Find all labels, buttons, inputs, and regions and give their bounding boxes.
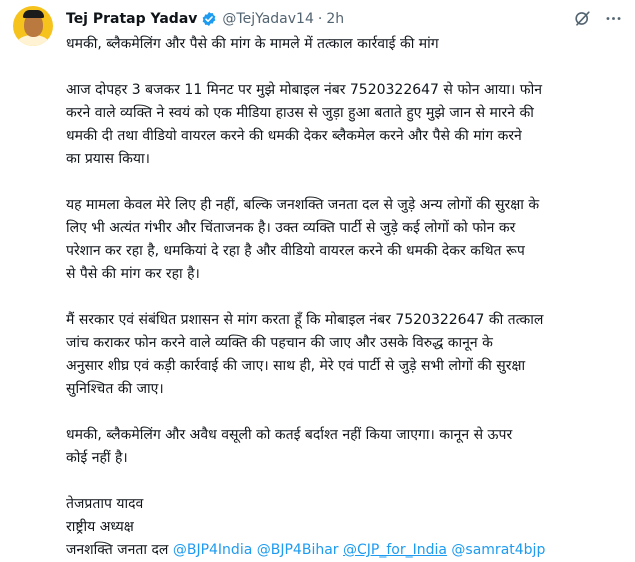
verified-badge-icon bbox=[201, 11, 217, 27]
paragraph-2-line: यह मामला केवल मेरे लिए ही नहीं, बल्कि जन… bbox=[66, 197, 540, 213]
author-avatar[interactable] bbox=[13, 6, 53, 46]
paragraph-4-line: धमकी, ब्लैकमेलिंग और अवैध वसूली को कतई ब… bbox=[66, 427, 513, 443]
tweet-header: Tej Pratap Yadav @TejYadav14 · 2h bbox=[66, 9, 344, 29]
signature-title: राष्ट्रीय अध्यक्ष bbox=[66, 519, 134, 535]
paragraph-1-line: करने वाले व्यक्ति ने स्वयं को एक मीडिया … bbox=[66, 105, 534, 121]
mention-link[interactable]: @BJP4Bihar bbox=[257, 542, 339, 558]
mention-link[interactable]: @samrat4bjp bbox=[451, 542, 545, 558]
more-dots-icon[interactable] bbox=[602, 7, 624, 29]
tweet-timestamp[interactable]: 2h bbox=[326, 11, 344, 27]
paragraph-3-line: अनुसार शीघ्र एवं कड़ी कार्रवाई की जाए। स… bbox=[66, 358, 526, 374]
author-handle[interactable]: @TejYadav14 bbox=[222, 11, 313, 27]
tweet-text: धमकी, ब्लैकमेलिंग और पैसे की मांग के माम… bbox=[66, 33, 622, 562]
signature-name: तेजप्रताप यादव bbox=[66, 496, 144, 512]
tweet-headline: धमकी, ब्लैकमेलिंग और पैसे की मांग के माम… bbox=[66, 36, 439, 52]
avatar-hair bbox=[23, 10, 44, 18]
tweet-top-actions bbox=[571, 7, 624, 29]
paragraph-4-line: कोई नहीं है। bbox=[66, 450, 128, 466]
paragraph-1-line: धमकी दी तथा वीडियो वायरल करने की धमकी दे… bbox=[66, 128, 522, 144]
separator-dot: · bbox=[317, 11, 323, 27]
mention-link[interactable]: @CJP_for_India bbox=[343, 542, 447, 558]
paragraph-1-line: का प्रयास किया। bbox=[66, 151, 150, 167]
paragraph-3-line: मैं सरकार एवं संबंधित प्रशासन से मांग कर… bbox=[66, 312, 544, 328]
signature-party: जनशक्ति जनता दल bbox=[66, 542, 169, 558]
signature-party-line: जनशक्ति जनता दल @BJP4India @BJP4Bihar @C… bbox=[66, 539, 622, 562]
grok-slash-icon[interactable] bbox=[571, 7, 593, 29]
paragraph-3-line: सुनिश्चित की जाए। bbox=[66, 381, 164, 397]
paragraph-1-line: आज दोपहर 3 बजकर 11 मिनट पर मुझे मोबाइल न… bbox=[66, 82, 542, 98]
paragraph-2-line: से पैसे की मांग कर रहा है। bbox=[66, 266, 200, 282]
tweet-card[interactable]: Tej Pratap Yadav @TejYadav14 · 2h धमकी, … bbox=[0, 0, 635, 558]
paragraph-2-line: लिए भी अत्यंत गंभीर और चिंताजनक है। उक्त… bbox=[66, 220, 516, 236]
author-name[interactable]: Tej Pratap Yadav bbox=[66, 11, 197, 27]
mention-link[interactable]: @BJP4India bbox=[173, 542, 252, 558]
paragraph-2-line: परेशान कर रहा है, धमकियां दे रहा है और व… bbox=[66, 243, 525, 259]
paragraph-3-line: जांच कराकर फोन करने वाले व्यक्ति की पहचा… bbox=[66, 335, 493, 351]
